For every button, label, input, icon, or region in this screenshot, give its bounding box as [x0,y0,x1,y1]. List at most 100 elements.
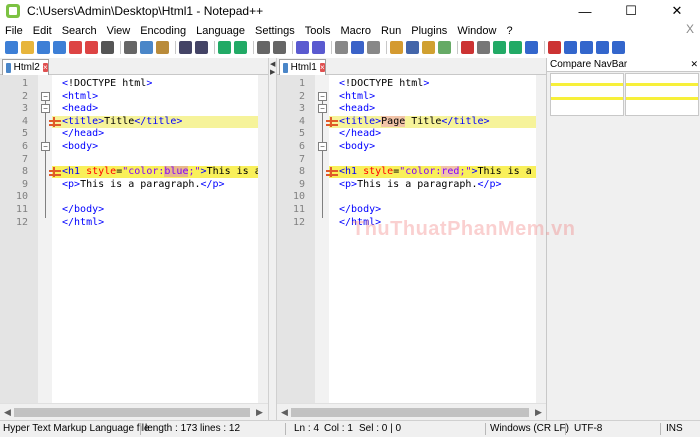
save-icon[interactable] [37,41,50,54]
find-icon[interactable] [218,41,231,54]
menu-tools[interactable]: Tools [300,25,336,37]
fold-toggle-icon[interactable]: − [318,91,327,101]
save-all-icon[interactable] [53,41,66,54]
menu-view[interactable]: View [102,25,136,37]
minimize-button[interactable]: — [562,0,608,22]
function-list-icon[interactable] [406,41,419,54]
menu-search[interactable]: Search [57,25,102,37]
compare-clear-icon[interactable] [564,41,577,54]
maximize-button[interactable]: ☐ [608,0,654,22]
undo-icon[interactable] [179,41,192,54]
save-macro-icon[interactable] [525,41,538,54]
left-vertical-scrollbar[interactable] [258,75,268,403]
open-file-icon[interactable] [21,41,34,54]
code-line[interactable]: </head> [62,128,258,140]
menu-encoding[interactable]: Encoding [135,25,191,37]
scroll-right-arrow-icon[interactable]: ▶ [256,407,263,418]
splitter-arrow-left-icon[interactable]: ◀ [270,60,275,68]
code-line[interactable]: <head> [339,103,536,115]
menu-edit[interactable]: Edit [28,25,57,37]
code-line[interactable]: <title>Title</title> [62,116,258,128]
tab-close-icon[interactable]: × [42,63,48,72]
menu-language[interactable]: Language [191,25,250,37]
tab-html1[interactable]: Html1 × [279,59,326,75]
stop-record-icon[interactable] [477,41,490,54]
code-line[interactable] [62,154,258,166]
scroll-left-arrow-icon[interactable]: ◀ [4,407,11,418]
code-line[interactable]: <!DOCTYPE html> [62,78,258,90]
navbar-right-map[interactable] [625,73,699,116]
code-line[interactable] [339,191,536,203]
record-macro-icon[interactable] [461,41,474,54]
code-line[interactable]: <body> [339,141,536,153]
menu-settings[interactable]: Settings [250,25,300,37]
left-editor[interactable]: − − − 1 <!DOCTYPE html> 2 <html> 3 <head> 4 <title… [0,75,258,403]
paste-icon[interactable] [156,41,169,54]
menu-plugins[interactable]: Plugins [406,25,452,37]
code-line[interactable]: </head> [339,128,536,140]
menu-file[interactable]: File [0,25,28,37]
indent-guide-icon[interactable] [367,41,380,54]
code-line[interactable]: <p>This is a paragraph.</p> [62,179,258,191]
play-multiple-icon[interactable] [509,41,522,54]
fold-toggle-icon[interactable]: − [318,104,327,114]
monitoring-icon[interactable] [438,41,451,54]
code-line[interactable] [62,191,258,203]
copy-icon[interactable] [140,41,153,54]
tab-close-icon[interactable]: × [319,63,325,72]
replace-icon[interactable] [234,41,247,54]
code-line[interactable]: </html> [62,217,258,229]
menu-window[interactable]: Window [452,25,501,37]
menu-help[interactable]: ? [501,25,517,37]
zoom-in-icon[interactable] [257,41,270,54]
code-line[interactable]: <title>Page Title</title> [339,115,536,128]
compare-icon[interactable] [548,41,561,54]
menu-run[interactable]: Run [376,25,406,37]
cut-icon[interactable] [124,41,137,54]
redo-icon[interactable] [195,41,208,54]
close-window-button[interactable]: ✕ [654,0,700,22]
scroll-thumb[interactable] [291,408,529,417]
word-wrap-icon[interactable] [335,41,348,54]
fold-toggle-icon[interactable]: − [41,91,50,101]
code-line[interactable]: <html> [339,91,536,103]
code-line[interactable]: <h1 style="color:red;">This is a H [339,166,536,178]
left-horizontal-scrollbar[interactable]: ◀ ▶ [0,403,268,420]
close-all-icon[interactable] [85,41,98,54]
sync-horizontal-icon[interactable] [312,41,325,54]
scroll-right-arrow-icon[interactable]: ▶ [535,407,542,418]
scroll-left-arrow-icon[interactable]: ◀ [281,407,288,418]
code-line[interactable]: <body> [62,141,258,153]
splitter-arrow-right-icon[interactable]: ▶ [270,68,275,76]
compare-prev-icon[interactable] [580,41,593,54]
code-line[interactable]: <!DOCTYPE html> [339,78,536,90]
play-macro-icon[interactable] [493,41,506,54]
fold-toggle-icon[interactable]: − [41,142,50,151]
compare-first-icon[interactable] [612,41,625,54]
navbar-left-map[interactable] [550,73,624,116]
folder-as-workspace-icon[interactable] [422,41,435,54]
tab-html2[interactable]: Html2 × [2,59,49,75]
code-line[interactable]: <head> [62,103,258,115]
view-splitter[interactable]: ◀ ▶ [268,58,277,420]
fold-toggle-icon[interactable]: − [41,104,50,114]
menu-macro[interactable]: Macro [335,25,376,37]
right-horizontal-scrollbar[interactable]: ◀ ▶ [277,403,546,420]
code-line[interactable] [339,154,536,166]
scroll-thumb[interactable] [14,408,250,417]
compare-next-icon[interactable] [596,41,609,54]
close-document-button[interactable]: X [686,22,694,36]
code-line[interactable]: <html> [62,91,258,103]
navbar-close-icon[interactable]: ✕ [690,58,698,71]
print-icon[interactable] [101,41,114,54]
code-line[interactable]: <p>This is a paragraph.</p> [339,179,536,191]
zoom-out-icon[interactable] [273,41,286,54]
show-all-chars-icon[interactable] [351,41,364,54]
code-line[interactable]: </body> [339,204,536,216]
code-line[interactable]: </body> [62,204,258,216]
close-icon[interactable] [69,41,82,54]
fold-toggle-icon[interactable]: − [318,142,327,151]
doc-map-icon[interactable] [390,41,403,54]
new-file-icon[interactable] [5,41,18,54]
sync-vertical-icon[interactable] [296,41,309,54]
